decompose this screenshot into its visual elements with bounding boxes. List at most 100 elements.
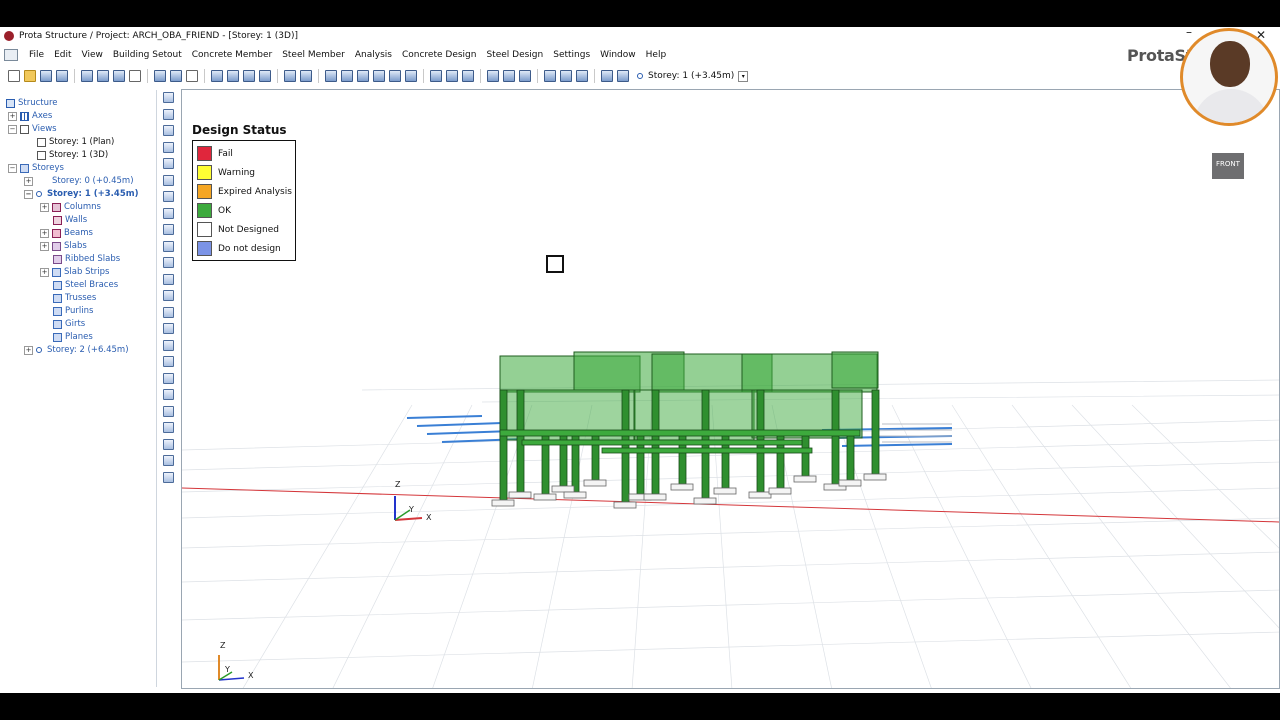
layers-icon[interactable] xyxy=(154,70,166,82)
load-icon[interactable] xyxy=(430,70,442,82)
column-15[interactable] xyxy=(801,434,810,477)
elevation-icon[interactable] xyxy=(300,70,312,82)
beam-group-icon[interactable] xyxy=(227,70,239,82)
column-7[interactable] xyxy=(621,389,630,503)
settings-icon[interactable] xyxy=(163,471,174,483)
view-cube-face[interactable]: FRONT xyxy=(1212,153,1244,179)
tree-item-slabs[interactable]: + Slabs xyxy=(40,240,87,252)
dimension-icon[interactable] xyxy=(163,125,174,136)
report-icon[interactable] xyxy=(113,70,125,82)
copy-icon[interactable] xyxy=(129,70,141,82)
tree-item-steel-braces[interactable]: Steel Braces xyxy=(53,279,118,291)
footing-14[interactable] xyxy=(768,487,792,495)
section-icon[interactable] xyxy=(284,70,296,82)
footing-17[interactable] xyxy=(838,479,862,487)
zoom-out-icon[interactable] xyxy=(163,191,174,202)
footing-11[interactable] xyxy=(693,497,717,505)
mdi-window-icon[interactable] xyxy=(4,48,18,61)
tree-item-purlins[interactable]: Purlins xyxy=(53,305,93,317)
tree-item-storey-1[interactable]: − Storey: 1 (+3.45m) xyxy=(24,188,138,200)
tree-item-trusses[interactable]: Trusses xyxy=(53,292,96,304)
frame-icon[interactable] xyxy=(462,70,474,82)
lighting-icon[interactable] xyxy=(163,405,174,417)
render-mode-icon[interactable] xyxy=(163,356,174,367)
expand-icon[interactable]: + xyxy=(40,202,49,212)
column-tool-icon[interactable] xyxy=(325,70,337,82)
collapse-icon[interactable]: − xyxy=(8,124,17,134)
tree-item-storey-2[interactable]: + Storey: 2 (+6.45m) xyxy=(24,344,129,356)
snap-icon[interactable] xyxy=(544,70,556,82)
footing-7[interactable] xyxy=(613,501,637,509)
column-17[interactable] xyxy=(846,434,855,481)
globe-icon[interactable] xyxy=(163,108,174,120)
tree-item-storeys[interactable]: − Storeys xyxy=(8,162,64,174)
cylinder-tool-icon[interactable] xyxy=(405,70,417,82)
copy-view-icon[interactable] xyxy=(163,224,174,235)
layer-icon[interactable] xyxy=(163,290,174,301)
menu-view[interactable]: View xyxy=(77,50,108,60)
tree-item-beams[interactable]: + Beams xyxy=(40,227,93,239)
footing-10[interactable] xyxy=(670,483,694,491)
transparency-icon[interactable] xyxy=(163,389,174,400)
expand-icon[interactable]: + xyxy=(24,345,33,355)
footing-4[interactable] xyxy=(551,485,575,493)
frame-view-icon[interactable] xyxy=(163,422,174,433)
expand-icon[interactable]: + xyxy=(40,228,49,238)
purlin-tool-icon[interactable] xyxy=(389,70,401,82)
tree-item-columns[interactable]: + Columns xyxy=(40,201,101,213)
table-icon[interactable] xyxy=(186,70,198,82)
menu-steel-member[interactable]: Steel Member xyxy=(277,50,350,60)
footing-13[interactable] xyxy=(748,491,772,499)
footing-3[interactable] xyxy=(533,493,557,501)
footing-15[interactable] xyxy=(793,475,817,483)
foundation-icon[interactable] xyxy=(163,438,174,450)
wire-icon[interactable] xyxy=(576,70,588,82)
tree-item-slab-strips[interactable]: + Slab Strips xyxy=(40,266,109,278)
building-icon[interactable] xyxy=(170,70,182,82)
expand-icon[interactable]: + xyxy=(40,241,49,251)
footing-18[interactable] xyxy=(863,473,887,481)
new-file-icon[interactable] xyxy=(8,70,20,82)
chevron-down-icon[interactable]: ▾ xyxy=(738,70,749,82)
print-icon[interactable] xyxy=(81,70,93,82)
tree-root-structure[interactable]: Structure xyxy=(6,97,58,109)
print-preview-icon[interactable] xyxy=(97,70,109,82)
collapse-icon[interactable]: − xyxy=(24,189,33,199)
slab-group-icon[interactable] xyxy=(243,70,255,82)
footing-12[interactable] xyxy=(713,487,737,495)
3d-viewport[interactable]: Z X Y Z X Y xyxy=(181,89,1280,689)
section-tool-icon[interactable] xyxy=(163,339,174,351)
analysis-icon[interactable] xyxy=(487,70,499,82)
menu-concrete-design[interactable]: Concrete Design xyxy=(397,50,481,60)
footing-5[interactable] xyxy=(563,491,587,499)
grid-icon[interactable] xyxy=(446,70,458,82)
footing-2[interactable] xyxy=(508,491,532,499)
properties-icon[interactable] xyxy=(601,70,613,82)
tree-item-view-3d[interactable]: Storey: 1 (3D) xyxy=(37,149,108,161)
footing-1[interactable] xyxy=(491,499,515,507)
strip-group-icon[interactable] xyxy=(259,70,271,82)
render-icon[interactable] xyxy=(560,70,572,82)
column-18[interactable] xyxy=(871,389,880,475)
pan-icon[interactable] xyxy=(163,207,174,219)
truss-tool-icon[interactable] xyxy=(373,70,385,82)
zoom-previous-icon[interactable] xyxy=(163,158,174,169)
footing-6[interactable] xyxy=(583,479,607,487)
menu-window[interactable]: Window xyxy=(595,50,641,60)
expand-icon[interactable]: + xyxy=(24,176,33,186)
member-filter-icon[interactable] xyxy=(163,306,174,318)
storey-paste-icon[interactable] xyxy=(163,273,174,285)
footing-9[interactable] xyxy=(643,493,667,501)
tree-item-views[interactable]: − Views xyxy=(8,123,57,135)
menu-edit[interactable]: Edit xyxy=(49,50,76,60)
menu-analysis[interactable]: Analysis xyxy=(350,50,397,60)
column-16[interactable] xyxy=(831,389,840,485)
save-icon[interactable] xyxy=(40,70,52,82)
ruler-icon[interactable] xyxy=(163,240,174,252)
tree-item-planes[interactable]: Planes xyxy=(53,331,93,343)
expand-icon[interactable]: + xyxy=(40,267,49,277)
storey-copy-icon[interactable] xyxy=(163,257,174,268)
menu-help[interactable]: Help xyxy=(641,50,672,60)
export-icon[interactable] xyxy=(56,70,68,82)
beam-layout-icon[interactable] xyxy=(211,70,223,82)
